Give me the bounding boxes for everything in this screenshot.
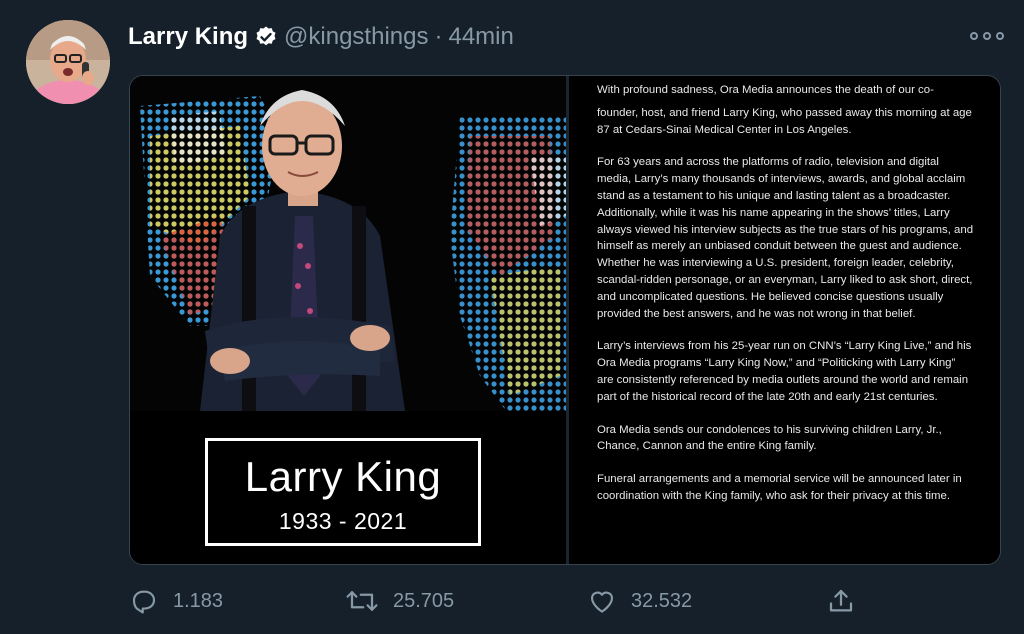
like-count: 32.532 <box>631 589 693 612</box>
avatar-photo <box>26 20 110 104</box>
share-button[interactable] <box>826 584 856 618</box>
tweet-actions: 1.183 25.705 32.532 <box>129 584 1001 618</box>
heart-icon <box>590 591 614 613</box>
more-options-icon[interactable] <box>970 24 1004 48</box>
retweet-icon <box>346 591 378 611</box>
author-name[interactable]: Larry King <box>128 23 248 51</box>
memorial-name: Larry King <box>244 453 442 500</box>
statement-paragraph: For 63 years and across the platforms of… <box>597 156 974 320</box>
reply-count: 1.183 <box>173 589 224 612</box>
separator-dot: · <box>434 23 443 50</box>
like-button[interactable]: 32.532 <box>587 584 692 618</box>
share-icon <box>829 589 853 612</box>
memorial-years: 1933 - 2021 <box>278 508 408 534</box>
tweet-media[interactable]: Larry King 1933 - 2021 With profound sad… <box>129 75 1001 565</box>
tweet-header: Larry King @kingsthings · 44min <box>128 20 514 54</box>
retweet-count: 25.705 <box>393 589 455 612</box>
statement-paragraph: Ora Media sends our condolences to his s… <box>597 423 942 453</box>
statement-paragraph: Larry’s interviews from his 25-year run … <box>597 340 972 403</box>
author-handle[interactable]: @kingsthings <box>284 23 428 51</box>
memorial-box: Larry King 1933 - 2021 <box>205 438 481 546</box>
memorial-image: Larry King 1933 - 2021 <box>130 76 566 564</box>
verified-badge-icon <box>254 25 278 49</box>
reply-button[interactable]: 1.183 <box>129 584 223 618</box>
tweet-timestamp[interactable]: 44min <box>448 23 513 51</box>
retweet-button[interactable]: 25.705 <box>345 584 454 618</box>
avatar[interactable] <box>26 20 110 104</box>
statement-partial-line: With profound sadness, Ora Media announc… <box>597 84 934 96</box>
statement-paragraph: Funeral arrangements and a memorial serv… <box>597 473 962 502</box>
statement-paragraph: founder, host, and friend Larry King, wh… <box>597 106 972 136</box>
reply-icon <box>132 590 156 614</box>
statement-panel: With profound sadness, Ora Media announc… <box>569 76 1000 564</box>
